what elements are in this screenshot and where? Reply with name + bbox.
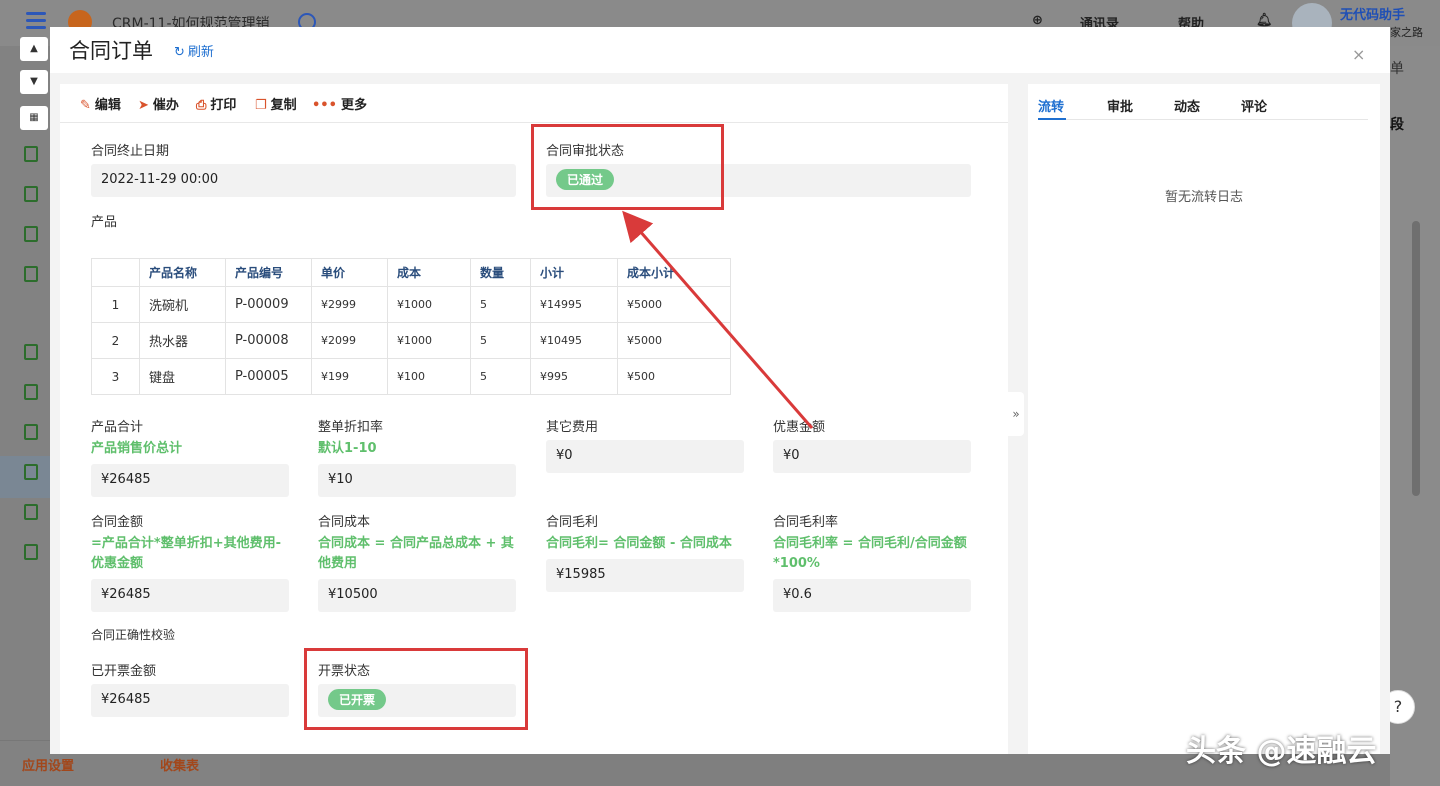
watermark: 头条 @速融云 xyxy=(1186,734,1377,769)
annotation-arrow xyxy=(622,210,814,429)
